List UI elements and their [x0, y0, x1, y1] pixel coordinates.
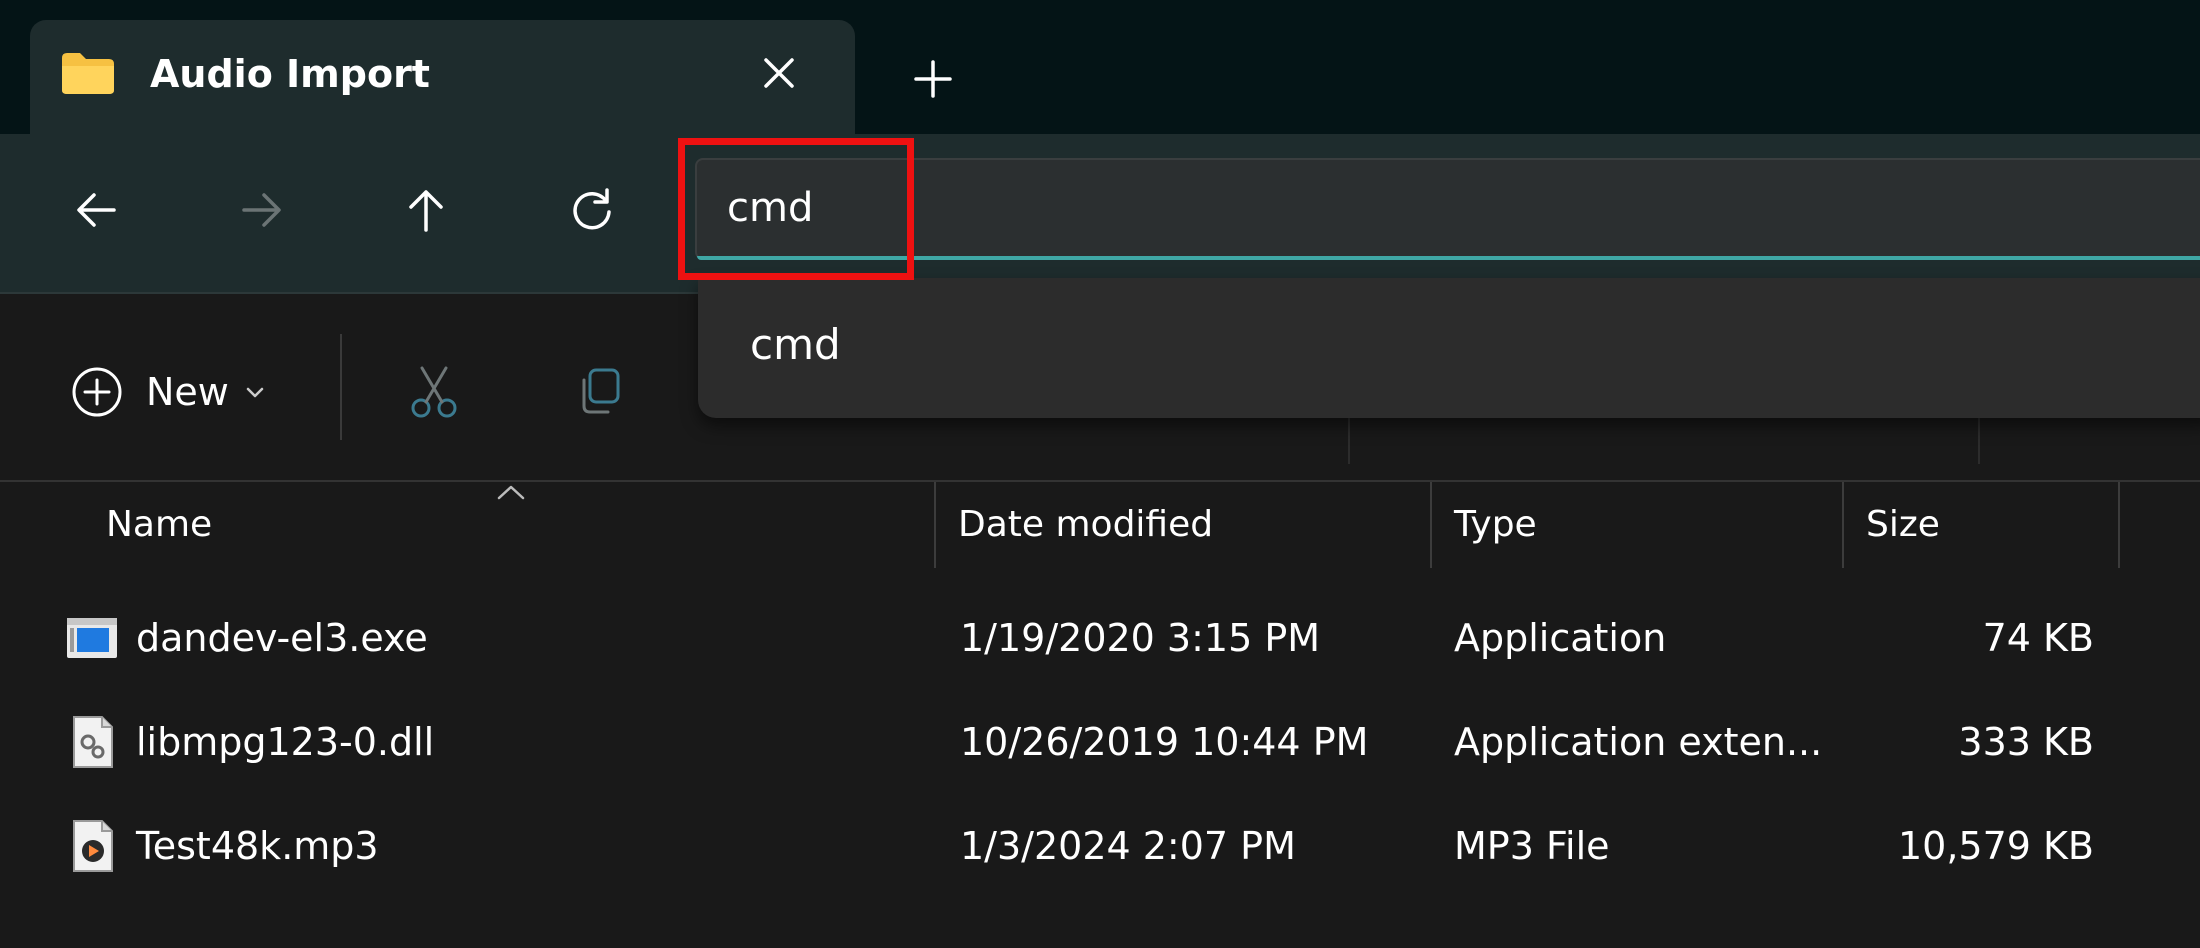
- file-size: 333 KB: [1958, 720, 2094, 764]
- navigation-bar: [0, 134, 2200, 294]
- address-focus-underline: [697, 256, 2200, 260]
- chevron-down-icon: [246, 387, 264, 398]
- file-row[interactable]: libmpg123-0.dll 10/26/2019 10:44 PM Appl…: [0, 692, 2200, 796]
- folder-icon: [62, 53, 114, 94]
- tab-audio-import[interactable]: Audio Import: [30, 20, 855, 134]
- title-bar: Audio Import: [0, 0, 2200, 134]
- address-autocomplete-dropdown: cmd: [698, 278, 2200, 418]
- file-row[interactable]: Test48k.mp3 1/3/2024 2:07 PM MP3 File 10…: [0, 796, 2200, 900]
- exe-icon: [67, 618, 117, 658]
- file-type: Application: [1454, 616, 1667, 660]
- file-size: 74 KB: [1982, 616, 2094, 660]
- column-header-size[interactable]: Size: [1866, 504, 1940, 545]
- file-name: libmpg123-0.dll: [136, 720, 435, 764]
- column-separator[interactable]: [2118, 482, 2120, 568]
- command-separator: [340, 334, 342, 440]
- new-button-label: New: [146, 370, 229, 414]
- back-button[interactable]: [64, 178, 128, 242]
- command-separator: [1348, 414, 1350, 464]
- file-type: Application exten...: [1454, 720, 1823, 764]
- back-arrow-icon: [77, 193, 116, 227]
- column-separator[interactable]: [934, 482, 936, 568]
- command-separator: [1978, 414, 1980, 464]
- file-list-header: Name Date modified Type Size: [0, 482, 2200, 572]
- file-date: 10/26/2019 10:44 PM: [960, 720, 1369, 764]
- column-separator[interactable]: [1842, 482, 1844, 568]
- new-button[interactable]: New: [70, 362, 267, 422]
- column-header-name[interactable]: Name: [106, 504, 212, 545]
- file-date: 1/19/2020 3:15 PM: [960, 616, 1321, 660]
- sort-ascending-icon: [497, 485, 525, 500]
- cut-icon[interactable]: [404, 362, 464, 422]
- address-input[interactable]: [727, 178, 2127, 238]
- dll-icon: [73, 716, 113, 768]
- column-header-date[interactable]: Date modified: [958, 504, 1213, 545]
- autocomplete-suggestion[interactable]: cmd: [750, 320, 841, 369]
- file-date: 1/3/2024 2:07 PM: [960, 824, 1296, 868]
- up-button[interactable]: [394, 178, 458, 242]
- file-row[interactable]: dandev-el3.exe 1/19/2020 3:15 PM Applica…: [0, 588, 2200, 692]
- plus-icon[interactable]: [910, 56, 956, 102]
- forward-arrow-icon: [242, 193, 281, 227]
- file-size: 10,579 KB: [1897, 824, 2094, 868]
- column-separator[interactable]: [1430, 482, 1432, 568]
- up-arrow-icon: [409, 190, 443, 232]
- forward-button[interactable]: [230, 178, 294, 242]
- mp3-icon: [73, 820, 113, 872]
- refresh-icon: [573, 188, 611, 230]
- address-bar[interactable]: [695, 158, 2200, 260]
- file-name: Test48k.mp3: [136, 824, 379, 868]
- refresh-button[interactable]: [560, 178, 624, 242]
- copy-icon[interactable]: [570, 362, 630, 422]
- plus-circle-icon: [72, 367, 122, 417]
- column-header-type[interactable]: Type: [1454, 504, 1537, 545]
- close-icon[interactable]: [756, 50, 802, 96]
- tab-title: Audio Import: [150, 52, 430, 96]
- file-name: dandev-el3.exe: [136, 616, 428, 660]
- file-type: MP3 File: [1454, 824, 1610, 868]
